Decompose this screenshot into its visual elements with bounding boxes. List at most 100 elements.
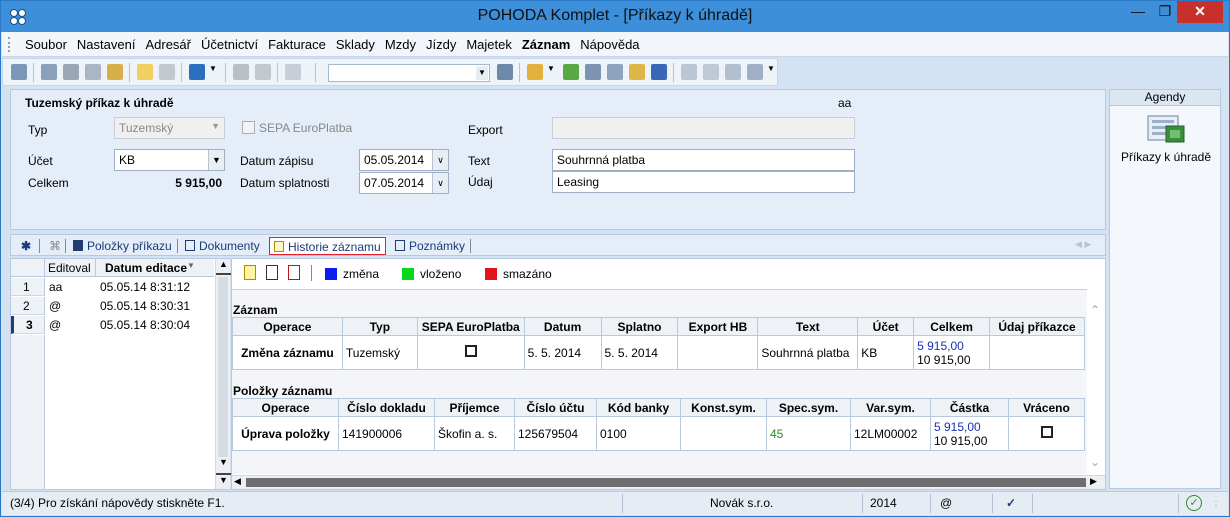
new-record-icon[interactable] [137, 64, 153, 80]
document-red-icon[interactable] [288, 265, 300, 280]
menu-ucetnictvi[interactable]: Účetnictví [196, 37, 263, 52]
sepa-checkbox[interactable] [242, 121, 255, 134]
udaj-field[interactable]: Leasing [552, 171, 855, 193]
col-datum-editace[interactable]: Datum editace [105, 261, 187, 275]
chevron-down-icon[interactable]: ⌄ [1090, 455, 1100, 469]
resize-grip-icon[interactable]: ⋮ [1212, 500, 1220, 509]
list-icon [73, 240, 83, 251]
chevron-down-icon[interactable]: ▼ [547, 64, 557, 80]
text-field[interactable]: Souhrnná platba [552, 149, 855, 171]
print-preview-icon[interactable] [85, 64, 101, 80]
document-yellow-icon[interactable] [244, 265, 256, 280]
detail-horizontal-scrollbar[interactable]: ◀ ▶ [232, 475, 1105, 489]
export-field[interactable] [552, 117, 855, 139]
export-icon[interactable] [107, 64, 123, 80]
history-row[interactable]: 2 @ 05.05.14 8:30:31 [11, 297, 214, 315]
back-arrow-icon[interactable] [189, 64, 205, 80]
col-editoval[interactable]: Editoval [48, 261, 91, 275]
red-swatch [485, 268, 497, 280]
minimize-button[interactable]: — [1125, 1, 1151, 23]
record-form: Tuzemský příkaz k úhradě aa Typ Tuzemský… [10, 89, 1106, 230]
edit-icon[interactable] [159, 64, 175, 80]
cancel-icon[interactable] [255, 64, 271, 80]
scroll-top-icon[interactable]: ▲ [216, 259, 231, 275]
agendy-item-prikazy[interactable]: Příkazy k úhradě [1110, 150, 1222, 164]
comment-icon[interactable] [681, 64, 697, 80]
chevron-down-icon[interactable]: ▼ [767, 64, 777, 80]
menu-adresar[interactable]: Adresář [140, 37, 196, 52]
castka-new: 5 915,00 [934, 419, 981, 434]
form-icon[interactable] [703, 64, 719, 80]
row-number: 2 [11, 297, 45, 315]
th-cislo-dokladu: Číslo dokladu [338, 398, 435, 417]
tab-scroll-arrows[interactable]: ◀ ▶ [1071, 237, 1095, 255]
castka-old: 10 915,00 [934, 433, 988, 448]
calendar-dropdown-icon[interactable]: ∨ [432, 150, 448, 170]
tab-polozky-prikazu[interactable]: Položky příkazu [69, 237, 176, 255]
history-scrollbar[interactable]: ▲ ▼ ▼ [215, 259, 231, 489]
menu-jizdy[interactable]: Jízdy [421, 37, 461, 52]
coins-icon[interactable] [629, 64, 645, 80]
filter-icon[interactable] [497, 64, 513, 80]
table-icon[interactable] [607, 64, 623, 80]
scrollbar-thumb[interactable] [246, 478, 1086, 487]
chevron-up-icon[interactable]: ⌃ [1090, 303, 1100, 317]
typ-select[interactable]: Tuzemský ▼ [114, 117, 225, 139]
cell-vraceno [1008, 416, 1085, 451]
document-icon[interactable] [266, 265, 278, 280]
sort-icon[interactable]: ▼ [187, 261, 195, 270]
maximize-button[interactable]: ❐ [1152, 1, 1178, 23]
ucet-select[interactable]: KB ▼ [114, 149, 225, 171]
close-button[interactable]: ✕ [1177, 1, 1223, 23]
menu-soubor[interactable]: Soubor [20, 37, 72, 52]
menu-majetek[interactable]: Majetek [461, 37, 517, 52]
celkem-new: 5 915,00 [917, 338, 964, 353]
menu-zaznam[interactable]: Záznam [517, 37, 575, 52]
menu-nastaveni[interactable]: Nastavení [72, 37, 141, 52]
report-icon[interactable] [725, 64, 741, 80]
section-polozky: Položky záznamu [233, 384, 333, 398]
tab-poznamky[interactable]: Poznámky [391, 237, 469, 255]
cell-export-hb [677, 335, 759, 370]
clipboard-icon[interactable] [285, 64, 301, 80]
chevron-down-icon[interactable]: ▼ [476, 66, 488, 80]
menu-napoveda[interactable]: Nápověda [575, 37, 644, 52]
history-row[interactable]: 1 aa 05.05.14 8:31:12 [11, 278, 214, 296]
tab-historie-zaznamu[interactable]: Historie záznamu [269, 237, 386, 255]
scrollbar-thumb[interactable] [218, 277, 228, 457]
tab-dokumenty[interactable]: Dokumenty [181, 237, 264, 255]
payment-orders-icon[interactable] [1146, 112, 1186, 146]
calendar-dropdown-icon[interactable]: ∨ [432, 173, 448, 193]
menu-sklady[interactable]: Sklady [331, 37, 380, 52]
quick-search-combo[interactable]: ▼ [328, 64, 490, 82]
help-pointer-icon[interactable] [747, 64, 763, 80]
detail-vertical-scrollbar[interactable]: ⌃ ⌄ [1088, 289, 1104, 474]
scroll-down-icon[interactable]: ▼ [216, 457, 231, 471]
copy-icon[interactable] [41, 64, 57, 80]
export-label: Export [468, 123, 503, 137]
iban-icon[interactable] [651, 64, 667, 80]
lookup-icon[interactable]: ▼ [208, 150, 224, 170]
tab-filter[interactable]: ⌘ [45, 237, 65, 255]
print-icon[interactable] [63, 64, 79, 80]
th-castka: Částka [930, 398, 1009, 417]
history-row-selected[interactable]: 3 @ 05.05.14 8:30:04 [11, 316, 214, 334]
save-icon[interactable] [233, 64, 249, 80]
money-icon[interactable] [563, 64, 579, 80]
menu-mzdy[interactable]: Mzdy [380, 37, 421, 52]
datum-zapisu-field[interactable]: 05.05.2014 ∨ [359, 149, 449, 171]
scroll-bottom-icon[interactable]: ▼ [216, 473, 231, 487]
folder-icon[interactable] [527, 64, 543, 80]
tab-label: Poznámky [409, 239, 466, 253]
agenda-icon[interactable] [11, 64, 27, 80]
toolbar-separator [225, 63, 226, 82]
polozky-table: Operace Číslo dokladu Příjemce Číslo účt… [232, 398, 1085, 451]
legend-label: vloženo [420, 267, 462, 281]
tab-star[interactable]: ✱ [17, 237, 35, 255]
chevron-down-icon[interactable]: ▼ [209, 64, 219, 80]
menu-fakturace[interactable]: Fakturace [263, 37, 331, 52]
calculator-icon[interactable] [585, 64, 601, 80]
scroll-right-icon[interactable]: ▶ [1090, 476, 1097, 487]
datum-splatnosti-field[interactable]: 07.05.2014 ∨ [359, 172, 449, 194]
scroll-left-icon[interactable]: ◀ [234, 476, 241, 487]
